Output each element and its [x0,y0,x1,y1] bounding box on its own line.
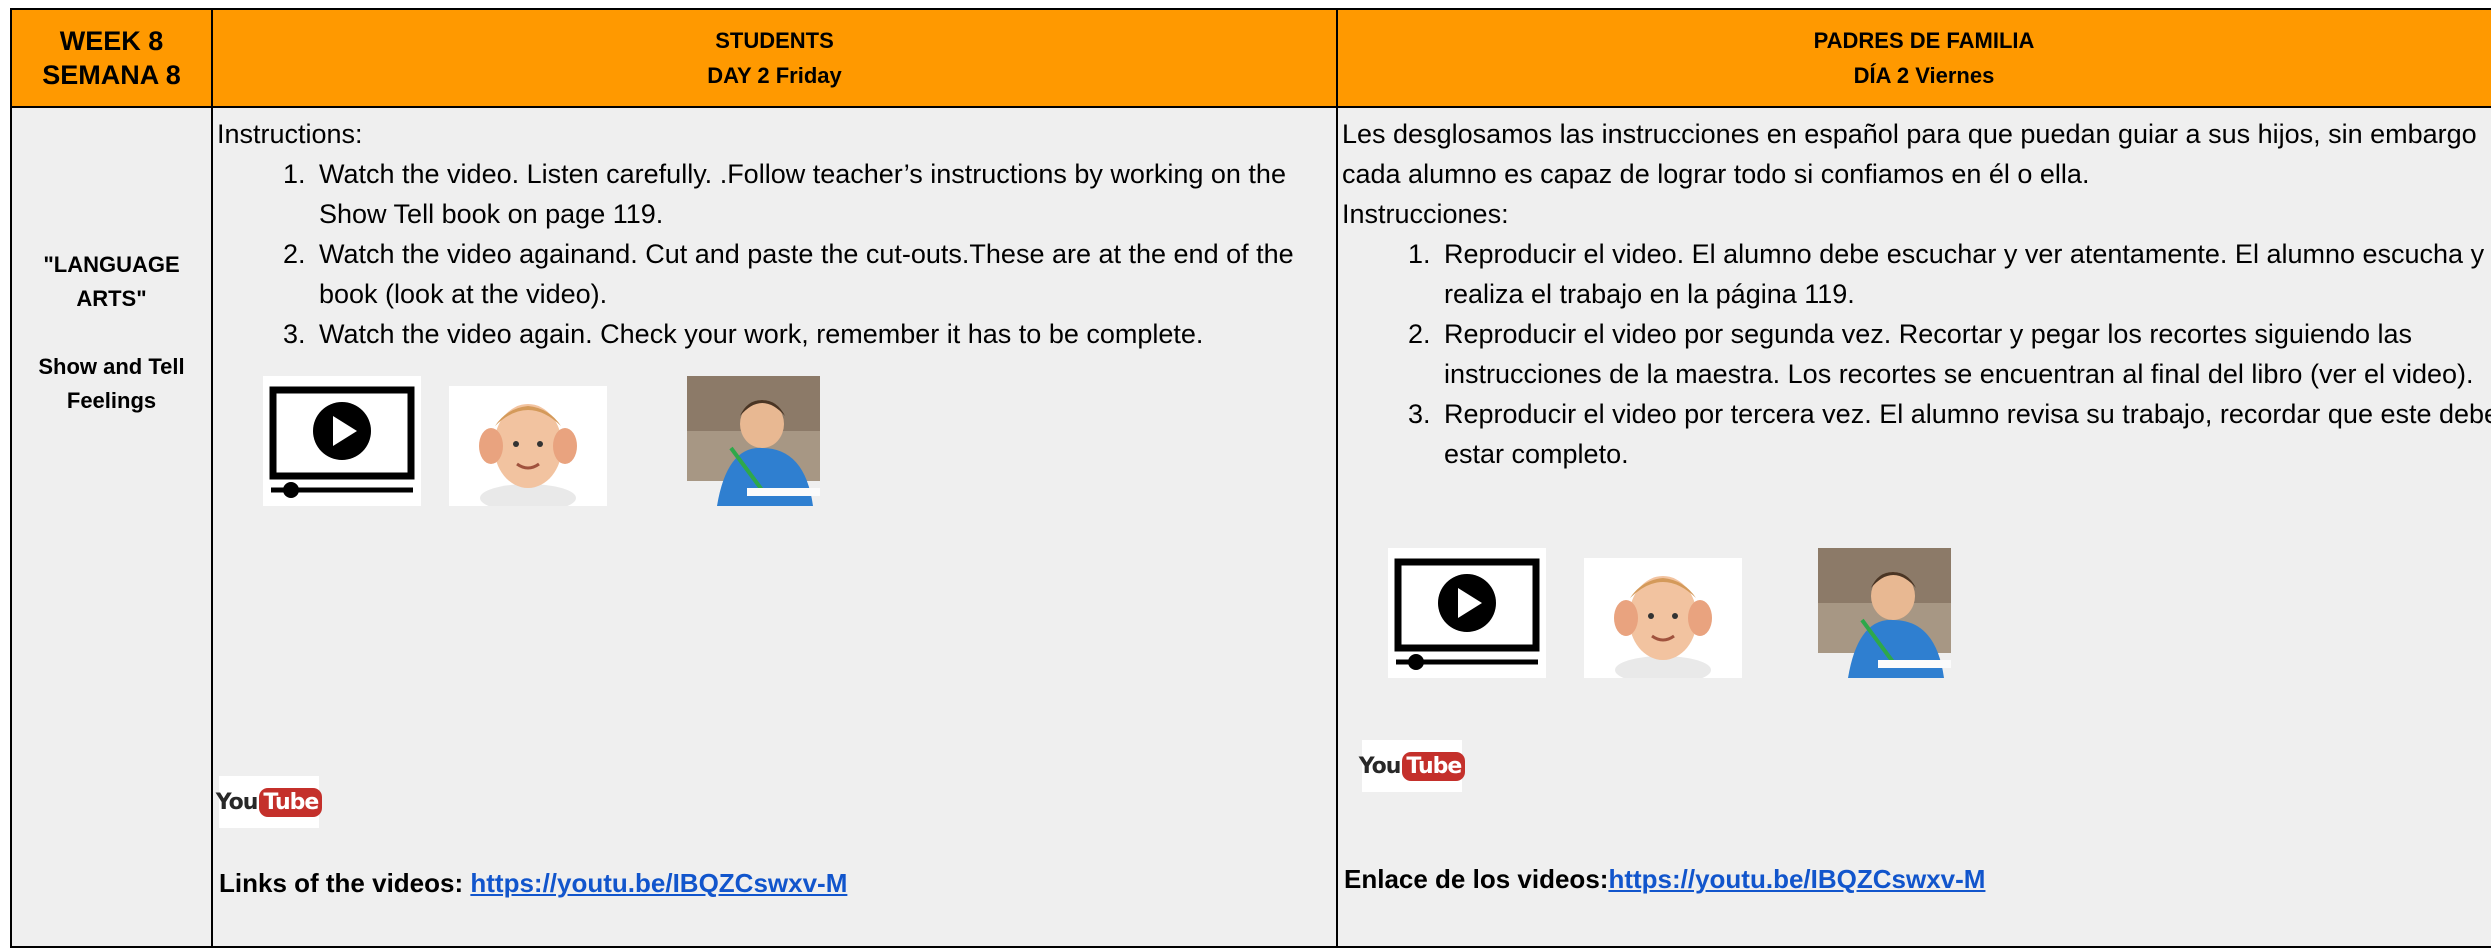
child-writing-image [687,376,820,506]
youtube-logo-icon[interactable]: You Tube [1358,740,1466,792]
parents-step: Reproducir el video por segunda vez. Rec… [1438,314,2491,394]
students-intro: Instructions: [217,119,363,149]
header-row: WEEK 8 SEMANA 8 STUDENTS DAY 2 Friday PA… [10,8,2491,108]
lesson-table: WEEK 8 SEMANA 8 STUDENTS DAY 2 Friday PA… [10,8,2491,948]
youtube-logo-icon[interactable]: You Tube [215,776,323,828]
youtube-you-text: You [215,789,259,815]
parents-intro: Les desglosamos las instrucciones en esp… [1342,119,2477,189]
video-play-icon[interactable] [263,376,421,506]
students-step: Watch the video again. Check your work, … [313,314,1332,354]
students-header-cell: STUDENTS DAY 2 Friday [211,8,1338,108]
video-play-icon[interactable] [1388,548,1546,678]
students-link-label: Links of the videos: [219,868,471,898]
week-label-en: WEEK 8 [59,26,164,56]
students-step: Watch the video againand. Cut and paste … [313,234,1332,314]
students-instructions-cell: Instructions: Watch the video. Listen ca… [211,106,1338,948]
parents-header-cell: PADRES DE FAMILIA DÍA 2 Viernes [1336,8,2491,108]
students-step: Watch the video. Listen carefully. .Foll… [313,154,1332,234]
parents-steps-list: Reproducir el video. El alumno debe escu… [1342,234,2491,474]
subject-cell: "LANGUAGE ARTS" Show and Tell Feelings [10,106,213,948]
students-content: Instructions: Watch the video. Listen ca… [213,108,1336,354]
students-steps-list: Watch the video. Listen carefully. .Foll… [217,154,1332,354]
students-day: DAY 2 Friday [707,63,842,88]
subject-line-2: ARTS" [76,286,147,311]
parents-title: PADRES DE FAMILIA [1813,28,2035,53]
listening-child-image [1584,558,1742,684]
students-video-link[interactable]: https://youtu.be/IBQZCswxv-M [470,868,847,898]
subject-line-4: Feelings [66,388,157,413]
youtube-you-text: You [1358,753,1402,779]
subject-line-1: "LANGUAGE [43,252,180,277]
parents-video-link[interactable]: https://youtu.be/IBQZCswxv-M [1608,864,1985,894]
content-row: "LANGUAGE ARTS" Show and Tell Feelings I… [10,106,2491,948]
students-title: STUDENTS [715,28,834,53]
parents-instructions-cell: Les desglosamos las instrucciones en esp… [1336,106,2491,948]
parents-content: Les desglosamos las instrucciones en esp… [1338,108,2491,474]
youtube-tube-text: Tube [259,787,323,817]
week-header-cell: WEEK 8 SEMANA 8 [10,8,213,108]
youtube-tube-text: Tube [1402,751,1466,781]
subject-label: "LANGUAGE ARTS" Show and Tell Feelings [12,108,211,418]
parents-instructions-heading: Instrucciones: [1342,199,1509,229]
parents-link-label: Enlace de los videos: [1344,864,1609,894]
week-label-es: SEMANA 8 [42,60,181,90]
students-video-link-line: Links of the videos: https://youtu.be/IB… [219,868,847,899]
lesson-plan-page: WEEK 8 SEMANA 8 STUDENTS DAY 2 Friday PA… [0,0,2491,948]
subject-line-3: Show and Tell [38,354,185,379]
child-writing-image [1818,548,1951,678]
parents-video-link-line: Enlace de los videos:https://youtu.be/IB… [1344,864,1985,895]
listening-child-image [449,386,607,512]
parents-step: Reproducir el video. El alumno debe escu… [1438,234,2491,314]
parents-day: DÍA 2 Viernes [1853,63,1995,88]
parents-step: Reproducir el video por tercera vez. El … [1438,394,2491,474]
